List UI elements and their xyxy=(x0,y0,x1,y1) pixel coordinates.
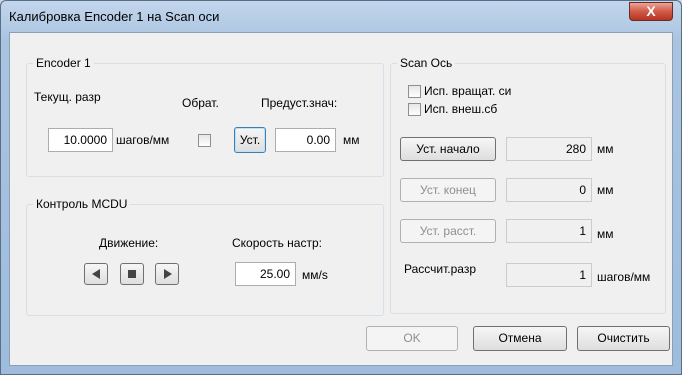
current-resolution-field[interactable]: 10.0000 xyxy=(48,128,113,152)
encoder-group: Encoder 1 xyxy=(26,56,384,177)
mcdu-group: Контроль MCDU xyxy=(26,197,384,316)
end-value-field[interactable]: 0 xyxy=(506,178,592,202)
calculated-resolution-unit: шагов/мм xyxy=(597,270,651,284)
set-end-button[interactable]: Уст. конец xyxy=(400,178,496,202)
preset-label: Предуст.знач: xyxy=(261,96,338,110)
preset-value-field[interactable]: 0.00 xyxy=(275,128,336,152)
title-bar[interactable]: Калибровка Encoder 1 на Scan оси X xyxy=(1,1,681,31)
external-checkbox[interactable] xyxy=(408,103,421,116)
preset-unit: мм xyxy=(343,133,360,147)
rotary-checkbox[interactable] xyxy=(408,85,421,98)
stop-button[interactable] xyxy=(120,263,144,285)
stop-icon xyxy=(128,270,136,278)
calculated-resolution-label: Рассчит.разр xyxy=(404,262,476,276)
move-left-button[interactable] xyxy=(84,263,108,285)
motion-label: Движение: xyxy=(99,236,159,250)
dialog-window: Калибровка Encoder 1 на Scan оси X Encod… xyxy=(0,0,682,375)
play-left-icon xyxy=(92,269,100,279)
window-title: Калибровка Encoder 1 на Scan оси xyxy=(9,9,220,24)
end-unit: мм xyxy=(597,183,614,197)
current-resolution-unit: шагов/мм xyxy=(116,133,170,147)
external-label: Исп. внеш.сб xyxy=(424,102,498,116)
rotary-label: Исп. вращат. си xyxy=(424,84,512,98)
ok-button[interactable]: OK xyxy=(366,326,458,351)
speed-value-field[interactable]: 25.00 xyxy=(235,262,296,286)
mcdu-group-label: Контроль MCDU xyxy=(33,197,131,211)
cancel-button[interactable]: Отмена xyxy=(473,326,567,351)
distance-unit: мм xyxy=(597,227,614,241)
invert-label: Обрат. xyxy=(182,96,219,110)
calculated-resolution-field: 1 xyxy=(506,263,592,287)
scan-axis-group-label: Scan Ось xyxy=(397,56,456,70)
speed-unit: мм/s xyxy=(302,268,328,282)
close-button[interactable]: X xyxy=(629,2,673,21)
set-preset-button[interactable]: Уст. xyxy=(234,127,266,153)
distance-value-field[interactable]: 1 xyxy=(506,219,592,243)
set-distance-button[interactable]: Уст. расст. xyxy=(400,219,496,243)
play-right-icon xyxy=(164,269,172,279)
start-value-field[interactable]: 280 xyxy=(506,137,592,161)
dialog-content: Encoder 1 Текущ. разр Обрат. Предуст.зна… xyxy=(9,32,673,366)
start-unit: мм xyxy=(597,142,614,156)
set-start-button[interactable]: Уст. начало xyxy=(400,137,496,161)
move-right-button[interactable] xyxy=(155,263,179,285)
clear-button[interactable]: Очистить xyxy=(577,326,670,351)
encoder-group-label: Encoder 1 xyxy=(33,56,94,70)
invert-checkbox[interactable] xyxy=(198,134,211,147)
current-resolution-label: Текущ. разр xyxy=(34,90,101,104)
speed-label: Скорость настр: xyxy=(232,236,322,250)
